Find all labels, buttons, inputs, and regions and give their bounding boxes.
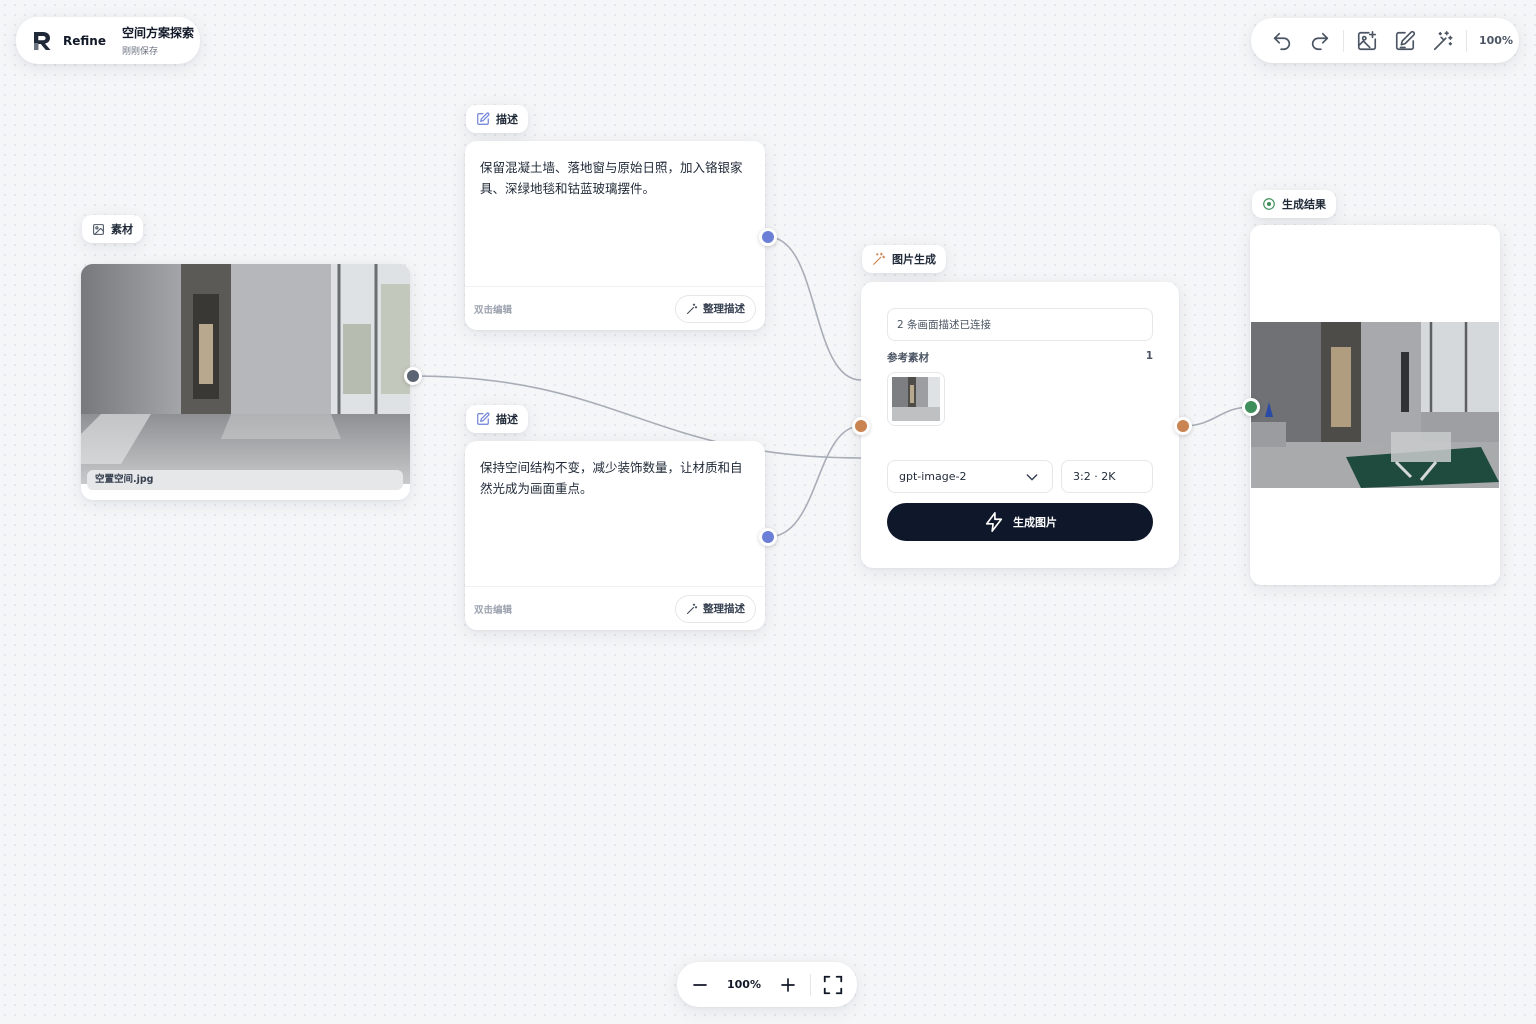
description-1-card[interactable]: 保留混凝土墙、落地窗与原始日照，加入铬银家具、深绿地毯和钴蓝玻璃摆件。 双击编辑… bbox=[465, 141, 765, 330]
zoom-controls: 100% bbox=[677, 962, 857, 1007]
lightning-icon bbox=[985, 512, 1003, 532]
toolbar-divider bbox=[1343, 29, 1344, 52]
toolbar-divider bbox=[1466, 29, 1467, 52]
description-2-hint: 双击编辑 bbox=[474, 604, 513, 616]
edge-desc1-to-generate bbox=[767, 236, 862, 381]
magic-wand-icon bbox=[1433, 30, 1453, 50]
chevron-down-icon bbox=[1026, 473, 1038, 480]
generated-result-image[interactable] bbox=[1251, 322, 1499, 488]
project-header[interactable]: Refine 空间方案探索 刚刚保存 bbox=[16, 17, 200, 64]
fit-view-button[interactable] bbox=[820, 972, 846, 998]
add-generate-node-button[interactable] bbox=[1424, 26, 1462, 56]
material-node-card[interactable]: 空置空间.jpg bbox=[81, 264, 410, 500]
description-1-output-port[interactable] bbox=[759, 228, 777, 246]
magic-wand-icon bbox=[687, 603, 698, 614]
tidy-description-2-button[interactable]: 整理描述 bbox=[675, 594, 756, 623]
edge-generate-to-result bbox=[1182, 406, 1252, 427]
description-2-label[interactable]: 描述 bbox=[466, 405, 528, 433]
zoom-in-button[interactable] bbox=[775, 972, 801, 998]
edit-note-icon bbox=[477, 412, 490, 425]
tidy-description-2-label: 整理描述 bbox=[703, 603, 745, 615]
tidy-description-1-button[interactable]: 整理描述 bbox=[675, 294, 756, 323]
image-icon bbox=[93, 223, 104, 235]
generate-input-port[interactable] bbox=[852, 417, 870, 435]
description-1-title: 描述 bbox=[496, 113, 518, 126]
result-node-card[interactable] bbox=[1250, 225, 1500, 585]
zoom-level: 100% bbox=[727, 978, 761, 991]
connected-descriptions-status: 2 条画面描述已连接 bbox=[887, 308, 1153, 341]
magic-wand-icon bbox=[873, 252, 886, 265]
zoom-out-button[interactable] bbox=[687, 972, 713, 998]
description-2-card[interactable]: 保持空间结构不变，减少装饰数量，让材质和自然光成为画面重点。 双击编辑 整理描述 bbox=[465, 441, 765, 630]
generate-node-title: 图片生成 bbox=[892, 253, 936, 266]
ratio-resolution-value: 3:2 · 2K bbox=[1073, 470, 1116, 483]
redo-button[interactable] bbox=[1301, 26, 1339, 56]
model-select-value: gpt-image-2 bbox=[899, 470, 967, 483]
result-node-title: 生成结果 bbox=[1282, 198, 1326, 211]
description-2-text[interactable]: 保持空间结构不变，减少装饰数量，让材质和自然光成为画面重点。 bbox=[465, 441, 765, 587]
undo-button[interactable] bbox=[1263, 26, 1301, 56]
target-circle-icon bbox=[1263, 198, 1275, 210]
add-image-node-button[interactable] bbox=[1348, 26, 1386, 56]
magic-wand-icon bbox=[687, 303, 698, 314]
generate-output-port[interactable] bbox=[1174, 417, 1192, 435]
generate-node-card[interactable]: 2 条画面描述已连接 参考素材 1 gpt-image-2 3:2 · 2K 生… bbox=[861, 282, 1179, 568]
generate-image-label: 生成图片 bbox=[1013, 516, 1057, 529]
zoom-divider bbox=[810, 973, 811, 996]
result-node-label[interactable]: 生成结果 bbox=[1252, 190, 1336, 218]
material-node-label[interactable]: 素材 bbox=[82, 215, 143, 243]
toolbar-zoom-level[interactable]: 100% bbox=[1479, 34, 1513, 47]
edge-desc2-to-generate bbox=[767, 425, 862, 538]
brand-name: Refine bbox=[63, 33, 106, 48]
description-2-title: 描述 bbox=[496, 413, 518, 426]
reference-material-count: 1 bbox=[1145, 350, 1153, 362]
result-input-port[interactable] bbox=[1242, 398, 1260, 416]
reference-thumbnail[interactable] bbox=[887, 372, 945, 426]
fullscreen-icon bbox=[823, 975, 843, 994]
plus-icon bbox=[781, 977, 795, 992]
description-1-hint: 双击编辑 bbox=[474, 304, 513, 316]
generate-image-button[interactable]: 生成图片 bbox=[887, 503, 1153, 541]
add-text-node-button[interactable] bbox=[1386, 26, 1424, 56]
canvas-toolbar: 100% bbox=[1251, 18, 1519, 63]
empty-room-photo bbox=[81, 264, 410, 484]
description-2-output-port[interactable] bbox=[759, 528, 777, 546]
description-1-label[interactable]: 描述 bbox=[466, 105, 528, 133]
undo-icon bbox=[1273, 32, 1291, 50]
redo-icon bbox=[1311, 32, 1329, 50]
edit-note-icon bbox=[1395, 30, 1416, 50]
material-node-title: 素材 bbox=[111, 223, 133, 236]
tidy-description-1-label: 整理描述 bbox=[703, 303, 745, 315]
material-filename: 空置空间.jpg bbox=[87, 470, 403, 490]
minus-icon bbox=[693, 983, 707, 986]
description-1-text[interactable]: 保留混凝土墙、落地窗与原始日照，加入铬银家具、深绿地毯和钴蓝玻璃摆件。 bbox=[465, 141, 765, 287]
refine-logo-icon bbox=[34, 31, 51, 50]
generate-node-label[interactable]: 图片生成 bbox=[862, 245, 946, 273]
save-status: 刚刚保存 bbox=[121, 47, 158, 57]
reference-thumbnail-image bbox=[892, 377, 940, 421]
project-title[interactable]: 空间方案探索 bbox=[122, 24, 194, 41]
image-plus-icon bbox=[1357, 30, 1377, 50]
reference-material-label: 参考素材 bbox=[887, 352, 929, 364]
ratio-resolution-select[interactable]: 3:2 · 2K bbox=[1061, 460, 1153, 493]
edit-note-icon bbox=[477, 112, 490, 125]
material-output-port[interactable] bbox=[404, 367, 422, 385]
model-select[interactable]: gpt-image-2 bbox=[887, 460, 1053, 493]
